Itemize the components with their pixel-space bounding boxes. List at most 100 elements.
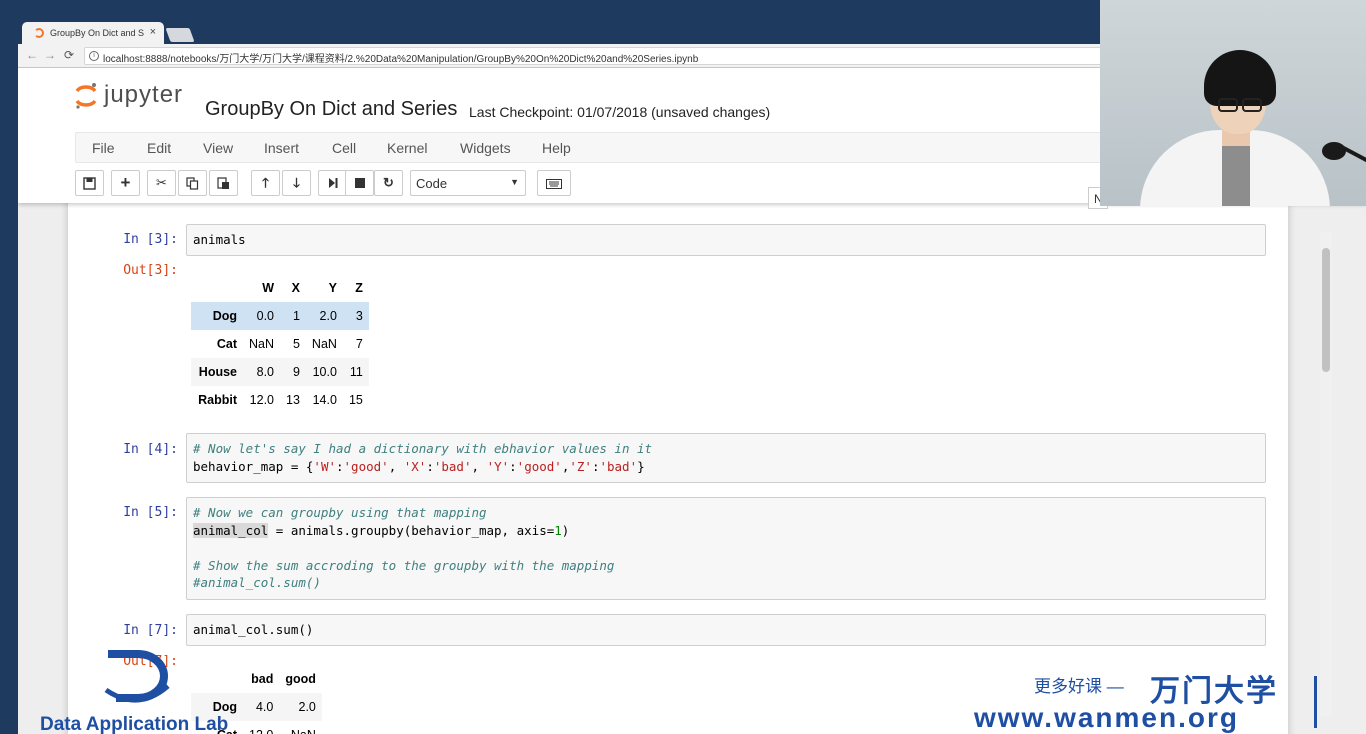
code-cell-3[interactable]: animals	[186, 224, 1266, 256]
move-up-icon: 🡑	[262, 175, 269, 190]
table-cell: 11	[349, 365, 363, 379]
menu-bar: File Edit View Insert Cell Kernel Widget…	[75, 132, 1105, 163]
info-icon[interactable]: i	[89, 51, 99, 61]
in-prompt-3: In [3]:	[123, 232, 178, 247]
save-icon	[83, 177, 96, 190]
forward-icon[interactable]: →	[44, 48, 56, 62]
move-down-icon: 🡓	[293, 175, 300, 190]
cell-type-value: Code	[416, 176, 448, 191]
notebook-title[interactable]: GroupBy On Dict and Series	[205, 98, 457, 121]
paste-button[interactable]	[209, 170, 238, 196]
code-cell-4[interactable]: # Now let's say I had a dictionary with …	[186, 433, 1266, 483]
new-tab-button[interactable]	[165, 28, 195, 42]
run-icon	[328, 178, 337, 188]
jupyter-logo[interactable]: jupyter	[74, 78, 204, 112]
interrupt-button[interactable]	[345, 170, 374, 196]
menu-cell[interactable]: Cell	[332, 140, 356, 156]
row-index: House	[198, 365, 237, 379]
code-string: 'good'	[343, 458, 389, 474]
table-cell: NaN	[249, 337, 275, 351]
table-cell: 12.0	[243, 721, 279, 734]
back-icon[interactable]: ←	[26, 48, 38, 62]
table-cell: 0.0	[256, 309, 275, 323]
menu-widgets[interactable]: Widgets	[460, 140, 511, 156]
in-prompt-7: In [7]:	[123, 623, 178, 638]
code-string: 'bad'	[599, 458, 638, 474]
jupyter-mark-icon	[75, 83, 97, 109]
lab-watermark-text: Data Application Lab	[40, 714, 229, 734]
table-cell: 12.0	[249, 393, 275, 407]
watermark-bar	[1314, 676, 1317, 728]
table-row: House 8.0 9 10.0 11	[191, 358, 369, 386]
presenter-undershirt	[1222, 140, 1250, 206]
table-cell: 14.0	[312, 393, 337, 407]
browser-tab[interactable]: GroupBy On Dict and S ×	[22, 22, 164, 44]
add-cell-button[interactable]: +	[111, 170, 140, 196]
selected-text: animal_col	[193, 522, 269, 538]
add-icon: +	[120, 173, 131, 192]
webcam-overlay	[1100, 0, 1366, 206]
move-down-button[interactable]: 🡓	[282, 170, 311, 196]
notebook-area: In [3]: animals Out[3]: W X Y Z Dog 0.0 …	[18, 193, 1366, 734]
chevron-down-icon: ▼	[510, 177, 519, 187]
table-cell: 13	[286, 393, 300, 407]
glasses-left	[1218, 98, 1238, 112]
checkpoint-status: Last Checkpoint: 01/07/2018 (unsaved cha…	[469, 104, 771, 120]
code-cell-7[interactable]: animal_col.sum()	[186, 614, 1266, 646]
tab-title: GroupBy On Dict and S	[50, 28, 145, 38]
code-text: = animals.groupby(behavior_map, axis=	[268, 522, 555, 538]
watermark-tagline: 更多好课 —	[1034, 677, 1124, 696]
dataframe-animals: W X Y Z Dog 0.0 1 2.0 3 Cat NaN 5 NaN 7 …	[191, 274, 369, 414]
menu-file[interactable]: File	[92, 140, 115, 156]
url-field[interactable]: i localhost:8888/notebooks/万门大学/万门大学/课程资…	[84, 47, 1184, 65]
tab-close-icon[interactable]: ×	[150, 26, 156, 38]
code-text: )	[561, 522, 570, 538]
table-row: Dog 0.0 1 2.0 3	[191, 302, 369, 330]
restart-icon: ↻	[383, 175, 394, 190]
table-cell: 2.0	[319, 309, 337, 323]
table-cell: 9	[292, 365, 300, 379]
restart-button[interactable]: ↻	[374, 170, 403, 196]
index-header	[191, 665, 243, 693]
jupyter-wordmark: jupyter	[104, 81, 184, 108]
code-string: 'X'	[403, 458, 427, 474]
table-cell: 15	[348, 393, 363, 407]
cut-icon: ✂	[156, 175, 167, 190]
reload-icon[interactable]: ⟳	[64, 48, 74, 62]
table-row: Rabbit 12.0 13 14.0 15	[191, 386, 369, 414]
run-button[interactable]	[318, 170, 347, 196]
table-cell: 3	[355, 309, 363, 323]
table-cell: NaN	[279, 721, 322, 734]
code-comment: # Now we can groupby using that mapping	[193, 505, 487, 520]
watermark-url: www.wanmen.org	[974, 702, 1239, 733]
row-index: Dog	[212, 309, 237, 323]
column-header: X	[291, 281, 300, 295]
table-cell: 4.0	[255, 700, 274, 714]
cell-type-select[interactable]: Code ▼	[410, 170, 526, 196]
table-cell: 5	[292, 337, 300, 351]
cut-button[interactable]: ✂	[147, 170, 176, 196]
command-palette-button[interactable]	[537, 170, 571, 196]
menu-help[interactable]: Help	[542, 140, 571, 156]
move-up-button[interactable]: 🡑	[251, 170, 280, 196]
code-cell-5[interactable]: # Now we can groupby using that mapping …	[186, 497, 1266, 600]
menu-edit[interactable]: Edit	[147, 140, 171, 156]
index-header	[191, 274, 243, 302]
copy-button[interactable]	[178, 170, 207, 196]
column-header: bad	[251, 672, 274, 686]
table-row: Cat NaN 5 NaN 7	[191, 330, 369, 358]
code-string: 'bad'	[433, 458, 472, 474]
table-cell: 10.0	[312, 365, 337, 379]
menu-insert[interactable]: Insert	[264, 140, 299, 156]
scrollbar-thumb[interactable]	[1322, 248, 1330, 372]
table-cell: 7	[355, 337, 363, 351]
jupyter-favicon-icon	[34, 28, 44, 38]
code-string: 'good'	[516, 458, 562, 474]
menu-kernel[interactable]: Kernel	[387, 140, 427, 156]
table-cell: 8.0	[256, 365, 275, 379]
save-button[interactable]	[75, 170, 104, 196]
menu-view[interactable]: View	[203, 140, 233, 156]
copy-icon	[186, 177, 199, 190]
code-comment: #animal_col.sum()	[193, 575, 321, 590]
code-string: 'W'	[313, 458, 336, 474]
